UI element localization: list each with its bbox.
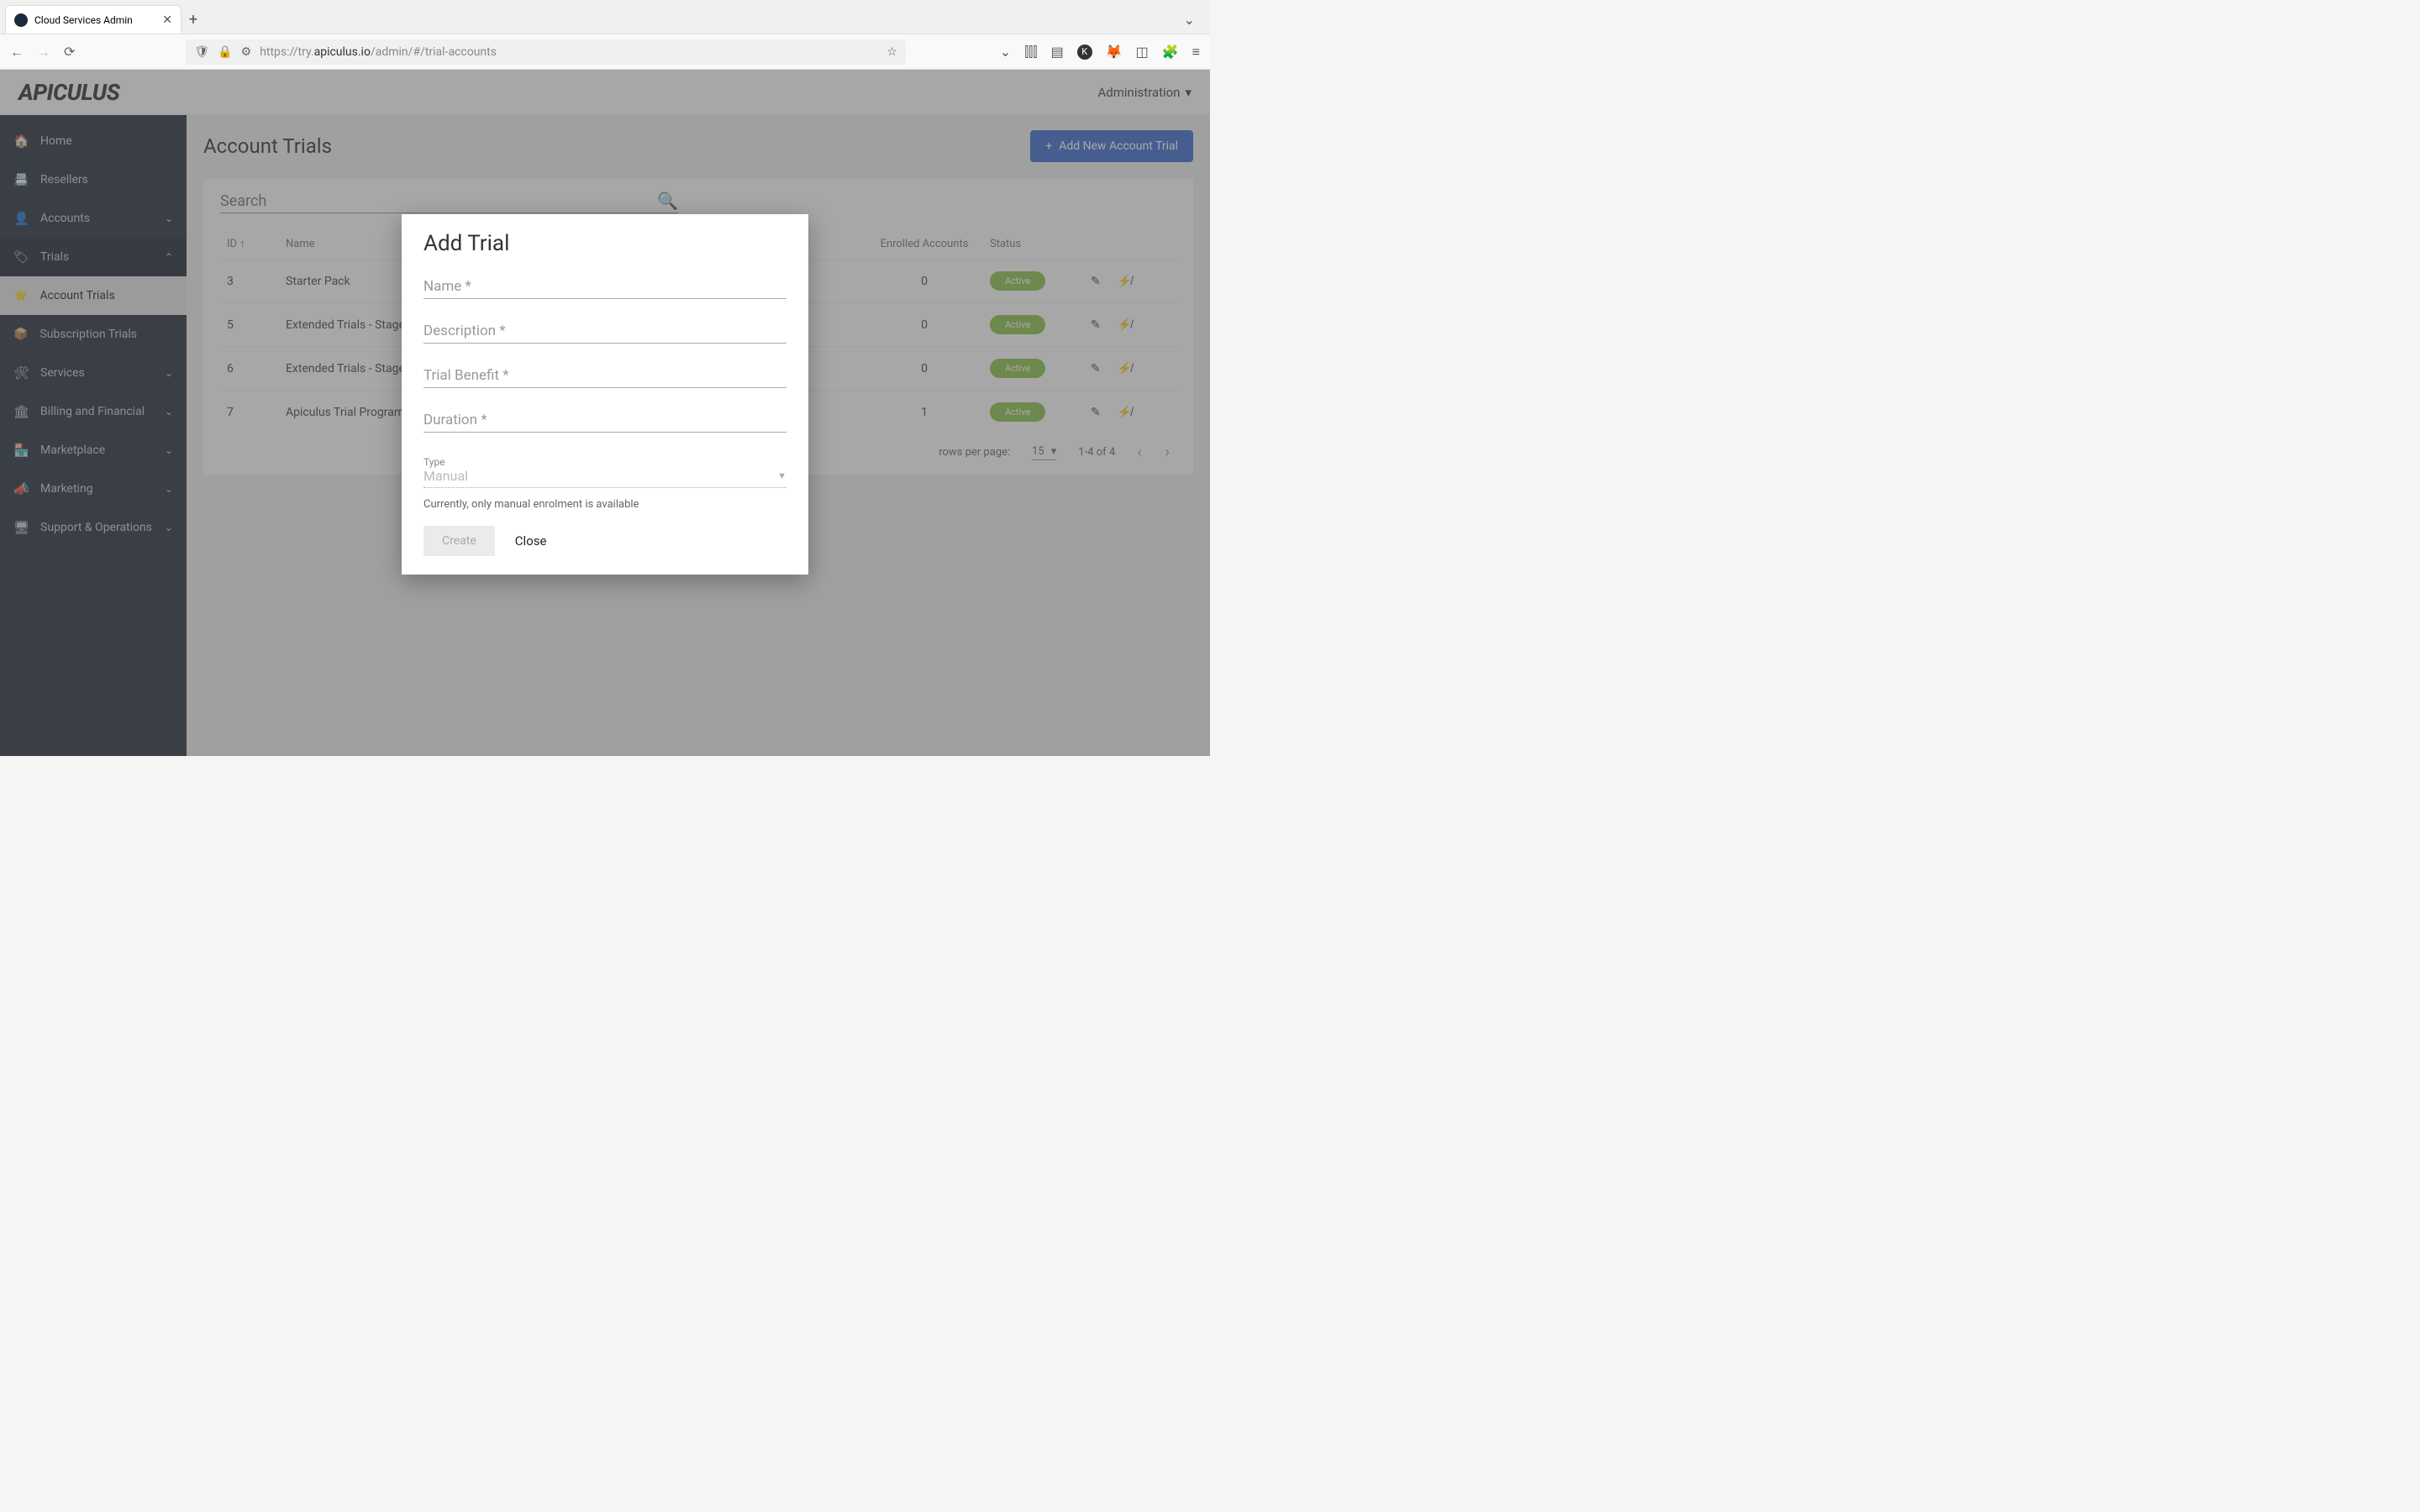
description-field[interactable]: Description * <box>424 323 786 344</box>
url-text: https://try.apiculus.io/admin/#/trial-ac… <box>260 45 878 59</box>
shield-icon[interactable]: 🛡 <box>194 45 209 59</box>
tab-list-button[interactable]: ⌄ <box>1184 5 1210 34</box>
back-icon[interactable]: ← <box>10 44 24 60</box>
extension-icon[interactable]: ◫ <box>1136 44 1149 60</box>
pocket-icon[interactable]: ⌄ <box>1000 44 1011 60</box>
library-icon[interactable]: ⫿⫿⫿ <box>1024 44 1037 60</box>
new-tab-button[interactable]: + <box>182 5 205 34</box>
puzzle-icon[interactable]: 🧩 <box>1162 44 1179 60</box>
chevron-down-icon: ▼ <box>777 470 786 481</box>
browser-tab[interactable]: Cloud Services Admin ✕ <box>5 5 182 34</box>
tab-title: Cloud Services Admin <box>34 14 133 26</box>
wallet-icon[interactable]: 🦊 <box>1106 44 1123 60</box>
lock-icon[interactable]: 🔒 <box>218 45 232 59</box>
benefit-field[interactable]: Trial Benefit * <box>424 367 786 388</box>
account-icon[interactable]: K <box>1077 45 1092 60</box>
star-icon[interactable]: ☆ <box>886 45 897 59</box>
permissions-icon[interactable]: ⚙ <box>241 45 252 59</box>
url-bar[interactable]: 🛡 🔒 ⚙ https://try.apiculus.io/admin/#/tr… <box>186 39 905 65</box>
forward-icon[interactable]: → <box>37 44 50 60</box>
close-icon[interactable]: ✕ <box>162 13 172 27</box>
create-button[interactable]: Create <box>424 526 495 556</box>
reader-icon[interactable]: ▤ <box>1051 44 1064 60</box>
type-select: Manual ▼ <box>424 468 786 488</box>
add-trial-modal: Add Trial Name * Description * Trial Ben… <box>402 214 808 575</box>
browser-tab-strip: Cloud Services Admin ✕ + ⌄ <box>0 0 1210 34</box>
close-button[interactable]: Close <box>515 533 547 549</box>
menu-icon[interactable]: ≡ <box>1192 44 1200 60</box>
browser-toolbar: ← → ⟳ 🛡 🔒 ⚙ https://try.apiculus.io/admi… <box>0 34 1210 70</box>
reload-icon[interactable]: ⟳ <box>64 44 75 60</box>
name-field[interactable]: Name * <box>424 278 786 299</box>
tab-favicon <box>14 13 28 27</box>
modal-overlay: Add Trial Name * Description * Trial Ben… <box>0 70 1210 756</box>
duration-field[interactable]: Duration * <box>424 412 786 433</box>
type-label: Type <box>424 456 786 468</box>
helper-text: Currently, only manual enrolment is avai… <box>424 498 786 511</box>
modal-title: Add Trial <box>424 231 786 256</box>
